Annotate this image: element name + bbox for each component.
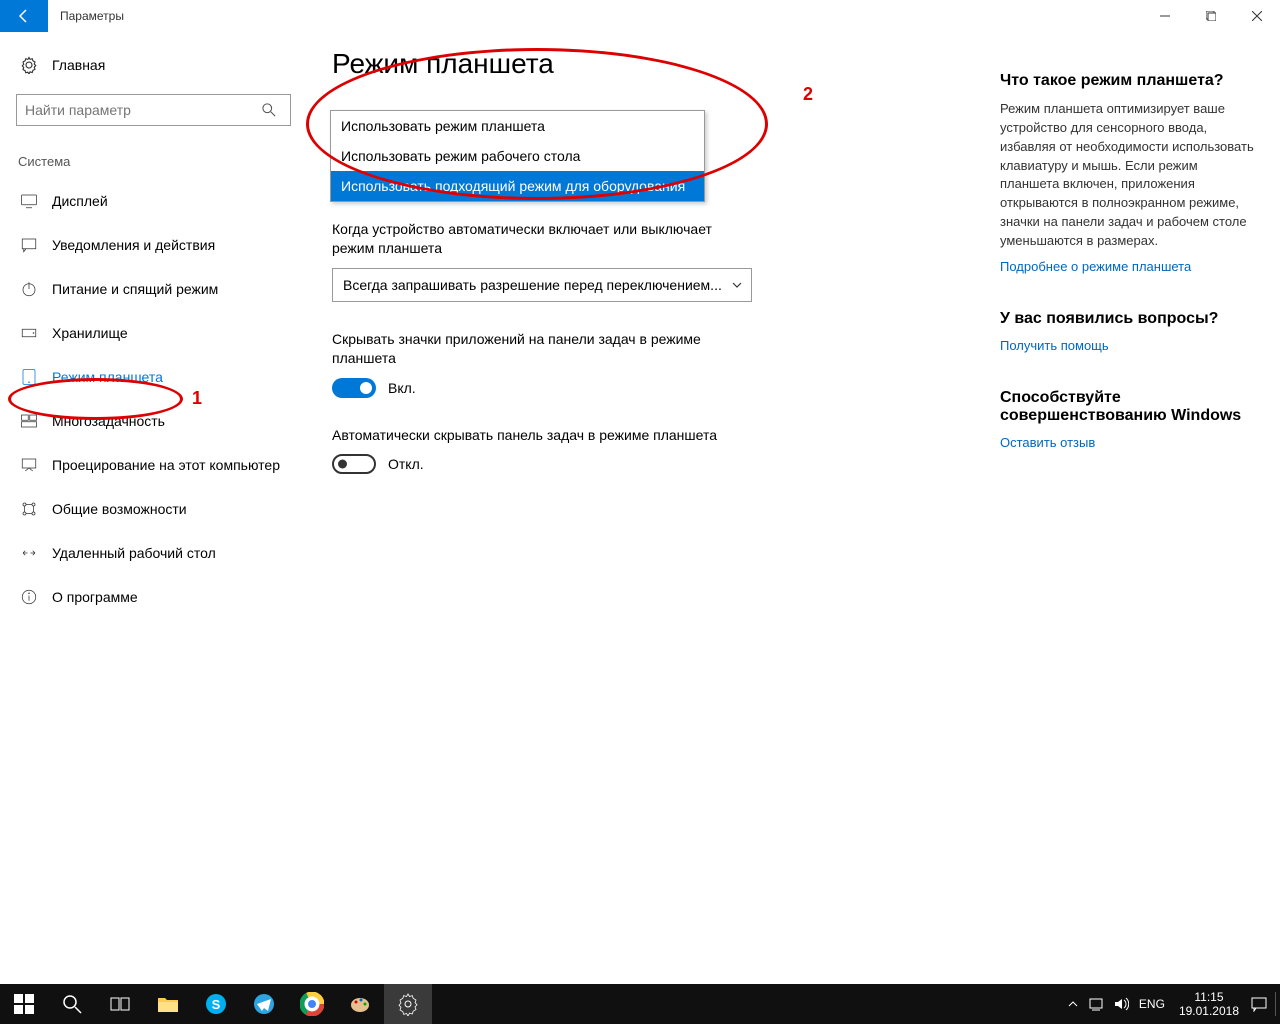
maximize-button[interactable] xyxy=(1188,0,1234,32)
search-icon xyxy=(262,103,276,117)
explorer-taskbar-icon[interactable] xyxy=(144,984,192,1024)
window-title: Параметры xyxy=(48,9,124,23)
home-nav[interactable]: Главная xyxy=(16,48,284,82)
dropdown-option-selected[interactable]: Использовать подходящий режим для оборуд… xyxy=(331,171,704,201)
power-icon xyxy=(20,280,38,298)
sidebar-item-about[interactable]: О программе xyxy=(16,575,284,619)
sidebar-item-tablet-mode[interactable]: Режим планшета xyxy=(16,355,284,399)
sidebar-item-label: Удаленный рабочий стол xyxy=(52,545,216,561)
sidebar-item-remote-desktop[interactable]: Удаленный рабочий стол xyxy=(16,531,284,575)
signin-mode-dropdown[interactable]: Использовать режим планшета Использовать… xyxy=(330,110,705,202)
tray-volume-icon[interactable] xyxy=(1109,996,1133,1012)
telegram-taskbar-icon[interactable] xyxy=(240,984,288,1024)
show-desktop-button[interactable] xyxy=(1275,992,1276,1016)
paint-taskbar-icon[interactable] xyxy=(336,984,384,1024)
rp-heading-questions: У вас появились вопросы? xyxy=(1000,310,1256,328)
start-button[interactable] xyxy=(0,984,48,1024)
close-button[interactable] xyxy=(1234,0,1280,32)
hide-icons-toggle[interactable] xyxy=(332,378,376,398)
sidebar-item-label: Проецирование на этот компьютер xyxy=(52,457,280,473)
sidebar-item-power[interactable]: Питание и спящий режим xyxy=(16,267,284,311)
settings-taskbar-icon[interactable] xyxy=(384,984,432,1024)
page-title: Режим планшета xyxy=(332,48,976,80)
search-wrap xyxy=(16,94,284,126)
right-pane: Что такое режим планшета? Режим планшета… xyxy=(1000,32,1280,984)
display-icon xyxy=(20,192,38,210)
sidebar-item-display[interactable]: Дисплей xyxy=(16,179,284,223)
sidebar-item-notifications[interactable]: Уведомления и действия xyxy=(16,223,284,267)
rp-heading-what-is: Что такое режим планшета? xyxy=(1000,72,1256,90)
dropdown-option[interactable]: Использовать режим рабочего стола xyxy=(331,141,704,171)
sidebar-item-label: Дисплей xyxy=(52,193,108,209)
toggle-state-label: Откл. xyxy=(388,456,424,472)
sidebar-item-label: Питание и спящий режим xyxy=(52,281,218,297)
rp-link-feedback[interactable]: Оставить отзыв xyxy=(1000,435,1256,450)
shared-icon xyxy=(20,500,38,518)
setting-label-auto-switch: Когда устройство автоматически включает … xyxy=(332,220,752,258)
back-button[interactable] xyxy=(0,0,48,32)
main-content: Режим планшета Использовать режим планше… xyxy=(300,32,1000,984)
dropdown-option[interactable]: Использовать режим планшета xyxy=(331,111,704,141)
titlebar: Параметры xyxy=(0,0,1280,32)
tray-chevron-icon[interactable] xyxy=(1061,998,1085,1010)
annotation-number-1: 1 xyxy=(192,388,202,409)
hide-taskbar-toggle[interactable] xyxy=(332,454,376,474)
chrome-taskbar-icon[interactable] xyxy=(288,984,336,1024)
rp-text-what-is: Режим планшета оптимизирует ваше устройс… xyxy=(1000,100,1256,251)
annotation-number-2: 2 xyxy=(803,84,813,105)
rp-heading-improve: Способствуйте совершенствованию Windows xyxy=(1000,389,1256,425)
auto-switch-select[interactable]: Всегда запрашивать разрешение перед пере… xyxy=(332,268,752,302)
remote-icon xyxy=(20,544,38,562)
search-button[interactable] xyxy=(48,984,96,1024)
clock-date: 19.01.2018 xyxy=(1179,1004,1239,1018)
skype-taskbar-icon[interactable]: S xyxy=(192,984,240,1024)
clock-time: 11:15 xyxy=(1179,990,1239,1004)
svg-text:S: S xyxy=(212,997,221,1012)
minimize-button[interactable] xyxy=(1142,0,1188,32)
sidebar-item-projecting[interactable]: Проецирование на этот компьютер xyxy=(16,443,284,487)
sidebar-item-label: Многозадачность xyxy=(52,413,165,429)
toggle-state-label: Вкл. xyxy=(388,380,416,396)
info-icon xyxy=(20,588,38,606)
tray-clock[interactable]: 11:15 19.01.2018 xyxy=(1171,990,1247,1019)
window-controls xyxy=(1142,0,1280,32)
sidebar: Главная Система Дисплей Уведомления и де… xyxy=(0,32,300,984)
select-value: Всегда запрашивать разрешение перед пере… xyxy=(343,277,722,293)
group-title-system: Система xyxy=(16,154,284,169)
task-view-button[interactable] xyxy=(96,984,144,1024)
tablet-icon xyxy=(20,368,38,386)
setting-label-hide-taskbar: Автоматически скрывать панель задач в ре… xyxy=(332,426,752,445)
storage-icon xyxy=(20,324,38,342)
rp-link-get-help[interactable]: Получить помощь xyxy=(1000,338,1256,353)
setting-label-hide-icons: Скрывать значки приложений на панели зад… xyxy=(332,330,752,368)
projecting-icon xyxy=(20,456,38,474)
tray-language[interactable]: ENG xyxy=(1133,997,1171,1011)
sidebar-item-shared[interactable]: Общие возможности xyxy=(16,487,284,531)
sidebar-item-label: Режим планшета xyxy=(52,369,163,385)
sidebar-item-multitasking[interactable]: Многозадачность xyxy=(16,399,284,443)
sidebar-item-label: Хранилище xyxy=(52,325,128,341)
gear-icon xyxy=(20,56,38,74)
rp-link-learn-more[interactable]: Подробнее о режиме планшета xyxy=(1000,259,1256,274)
notifications-icon xyxy=(20,236,38,254)
search-input[interactable] xyxy=(16,94,291,126)
sidebar-item-label: Уведомления и действия xyxy=(52,237,215,253)
tray-action-center-icon[interactable] xyxy=(1247,996,1271,1012)
sidebar-item-label: О программе xyxy=(52,589,138,605)
taskbar: S ENG 11:15 19.01.2018 xyxy=(0,984,1280,1024)
tray-network-icon[interactable] xyxy=(1085,996,1109,1012)
multitasking-icon xyxy=(20,412,38,430)
chevron-down-icon xyxy=(731,279,743,291)
home-label: Главная xyxy=(52,57,105,73)
sidebar-item-label: Общие возможности xyxy=(52,501,187,517)
sidebar-item-storage[interactable]: Хранилище xyxy=(16,311,284,355)
